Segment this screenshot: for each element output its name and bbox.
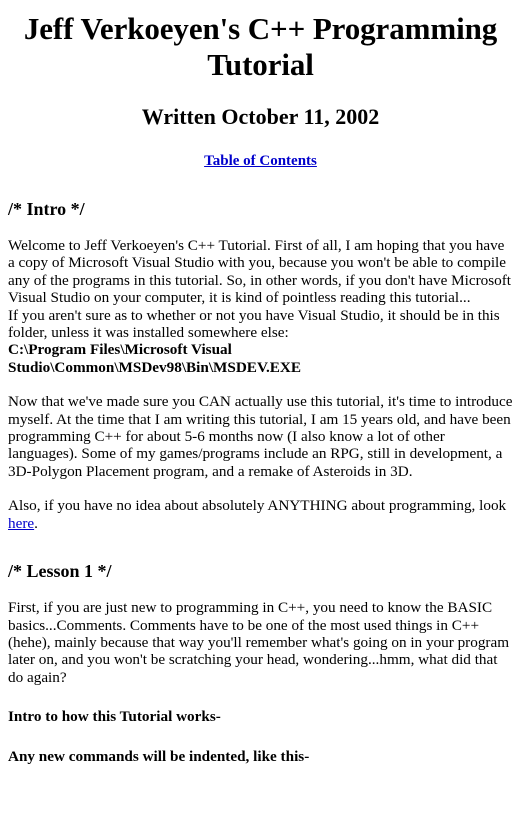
- lesson-1-paragraph-1: First, if you are just new to programmin…: [8, 599, 510, 686]
- intro-paragraph-2: Now that we've made sure you CAN actuall…: [8, 393, 513, 480]
- intro-paragraph-1: Welcome to Jeff Verkoeyen's C++ Tutorial…: [8, 237, 513, 376]
- section-heading-intro: /* Intro */: [8, 199, 85, 219]
- document-page: Jeff Verkoeyen's C++ Programming Tutoria…: [0, 11, 521, 765]
- table-of-contents-container: Table of Contents: [8, 152, 513, 170]
- beginners-here-link[interactable]: here: [8, 515, 34, 532]
- visual-studio-install-path: C:\Program Files\Microsoft Visual Studio…: [8, 341, 301, 376]
- section-heading-lesson-1: /* Lesson 1 */: [8, 561, 112, 582]
- intro-paragraph-3: Also, if you have no idea about absolute…: [8, 497, 513, 532]
- lesson-1-note-tutorial-works: Intro to how this Tutorial works-: [8, 708, 221, 726]
- intro-paragraph-3-prefix: Also, if you have no idea about absolute…: [8, 497, 507, 515]
- intro-paragraph-1-text-b: If you aren't sure as to whether or not …: [8, 306, 500, 342]
- lesson-1-note-indented-commands: Any new commands will be indented, like …: [8, 747, 310, 765]
- intro-paragraph-3-suffix: .: [34, 514, 38, 532]
- table-of-contents-link[interactable]: Table of Contents: [204, 153, 317, 169]
- page-subtitle: Written October 11, 2002: [141, 104, 380, 129]
- intro-paragraph-1-text-a: Welcome to Jeff Verkoeyen's C++ Tutorial…: [8, 237, 512, 307]
- page-title: Jeff Verkoeyen's C++ Programming Tutoria…: [23, 11, 498, 82]
